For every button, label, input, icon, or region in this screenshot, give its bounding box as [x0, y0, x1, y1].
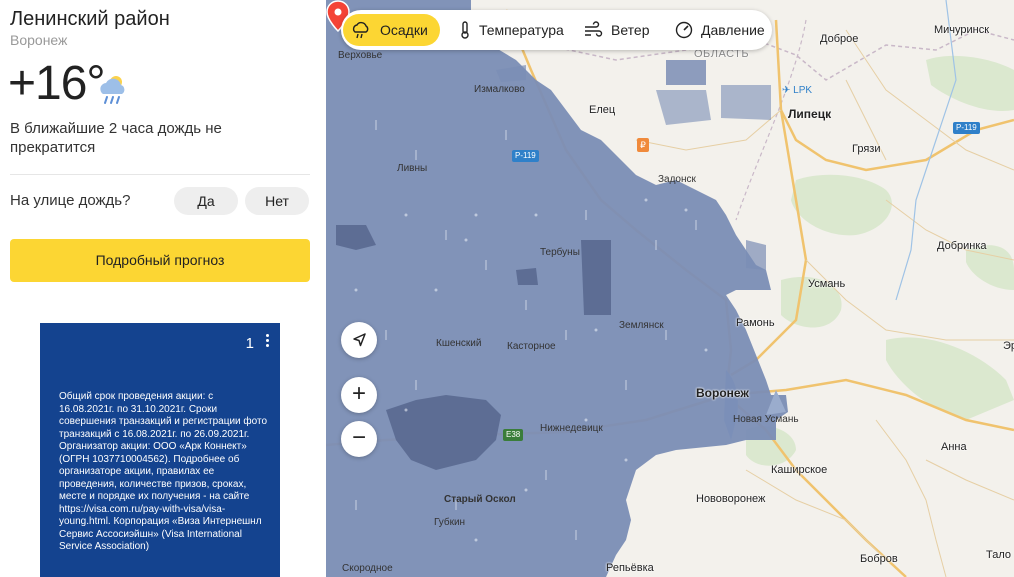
tab-precipitation[interactable]: Осадки: [343, 14, 440, 46]
tab-label: Давление: [701, 22, 765, 38]
detailed-forecast-button[interactable]: Подробный прогноз: [10, 239, 310, 282]
map-layer-tabs: Осадки Температура Ветер Давление: [341, 10, 772, 50]
tab-pressure[interactable]: Давление: [666, 14, 770, 46]
map-label: Елец: [589, 104, 616, 116]
map-label: Воронеж: [696, 386, 749, 400]
zoom-out-button[interactable]: −: [341, 421, 377, 457]
map-label: Кшенский: [436, 338, 482, 349]
poll-no-button[interactable]: Нет: [245, 187, 309, 215]
tab-wind[interactable]: Ветер: [575, 14, 661, 46]
pressure-gauge-icon: [675, 21, 693, 39]
map-label: Каширское: [771, 464, 828, 476]
advertisement-banner[interactable]: 1 Общий срок проведения акции: с 16.08.2…: [40, 323, 280, 577]
map-label: Липецк: [788, 107, 832, 121]
rain-poll-question: На улице дождь?: [10, 192, 131, 209]
map-label: Нижнедевицк: [540, 423, 603, 434]
ad-menu-icon[interactable]: [264, 333, 270, 349]
location-title: Ленинский район: [10, 8, 170, 30]
map-label: Касторное: [507, 341, 556, 352]
divider: [10, 174, 310, 175]
map-label: Землянск: [619, 320, 664, 331]
map-label: Нововоронеж: [696, 493, 766, 505]
map-label: Анна: [941, 441, 967, 453]
road-shield: E38: [503, 429, 524, 441]
map-label: Эр: [1003, 340, 1014, 352]
ad-counter: 1: [245, 335, 254, 352]
map-label: Ливны: [397, 163, 428, 174]
weather-map[interactable]: Верховье Измалково ОБЛАСТЬ Доброе Мичури…: [326, 0, 1014, 577]
locate-me-button[interactable]: [341, 322, 377, 358]
zoom-in-button[interactable]: +: [341, 377, 377, 413]
map-label: Добринка: [937, 240, 987, 252]
map-label: Мичуринск: [934, 24, 990, 36]
map-label: Бобров: [860, 553, 898, 565]
map-base: [326, 0, 1014, 577]
map-label: Тало: [986, 549, 1012, 561]
road-shield: Р-119: [953, 122, 980, 134]
precipitation-icon: [352, 21, 369, 39]
map-label: Старый Оскол: [444, 494, 516, 505]
map-label: Тербуны: [540, 247, 580, 258]
map-label: Репьёвка: [606, 562, 654, 574]
map-label: Доброе: [820, 33, 859, 45]
map-label: Губкин: [434, 517, 466, 528]
map-label: Рамонь: [736, 317, 775, 329]
weather-sidebar: Ленинский район Воронеж +16° В ближайшие…: [0, 0, 326, 577]
location-subtitle[interactable]: Воронеж: [10, 32, 67, 48]
wind-icon: [585, 21, 603, 37]
map-label: Усмань: [808, 278, 846, 290]
road-shield: Р-119: [512, 150, 539, 162]
tab-label: Ветер: [611, 22, 650, 38]
fuel-station-icon: ₽: [637, 138, 649, 152]
ad-disclaimer-text: Общий срок проведения акции: с 16.08.202…: [59, 391, 268, 552]
tab-label: Осадки: [380, 22, 428, 38]
map-label: Измалково: [474, 84, 525, 95]
tab-label: Температура: [479, 22, 564, 38]
airport-icon: ✈ LPK: [782, 85, 813, 96]
navigation-arrow-icon: [353, 333, 366, 347]
map-label: Новая Усмань: [733, 414, 799, 425]
rain-cloud-icon: [100, 76, 125, 104]
map-label: Верховье: [338, 50, 383, 61]
airport-code: LPK: [793, 85, 813, 96]
map-label: Грязи: [852, 143, 881, 155]
tab-temperature[interactable]: Температура: [447, 14, 567, 46]
map-label: Скородное: [342, 563, 393, 574]
map-label: Задонск: [658, 174, 696, 185]
poll-yes-button[interactable]: Да: [174, 187, 238, 215]
current-temperature: +16°: [8, 57, 106, 110]
nowcast-text: В ближайшие 2 часа дождь не прекратится: [10, 120, 222, 156]
thermometer-icon: [461, 21, 469, 39]
